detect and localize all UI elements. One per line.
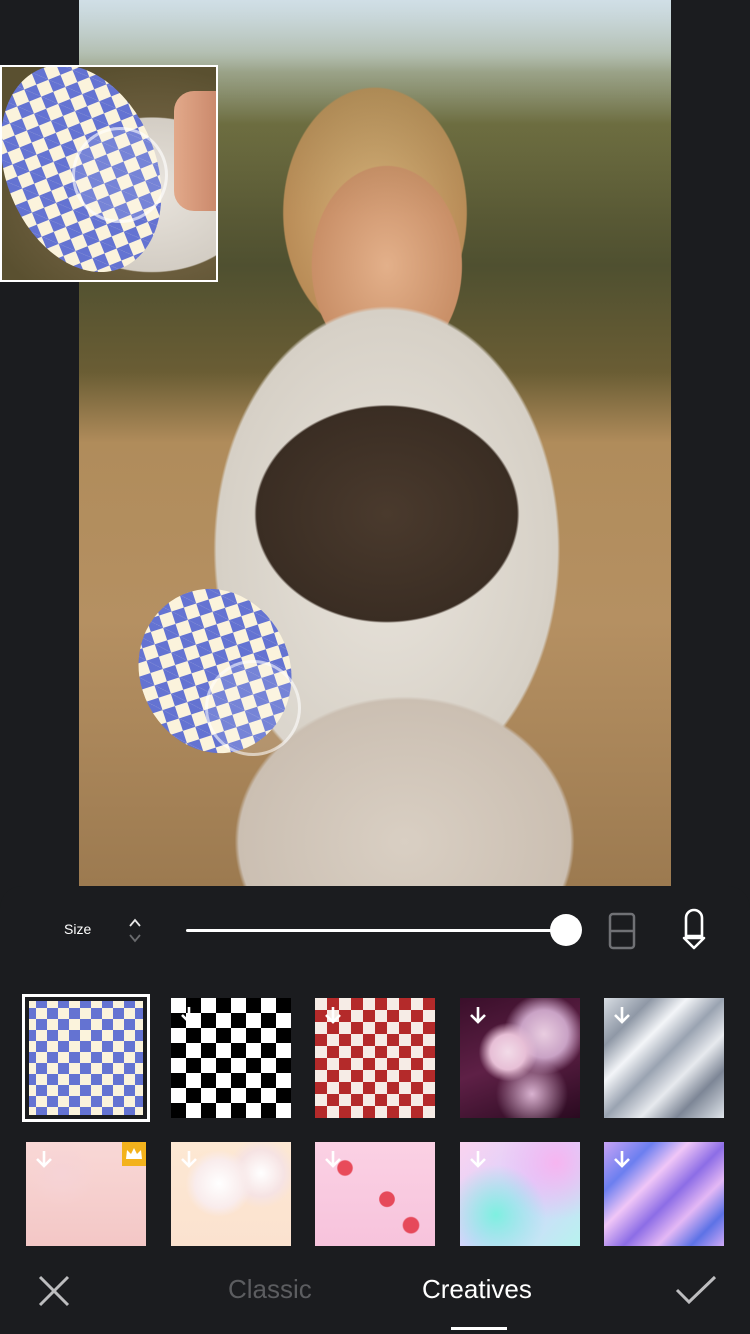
size-slider-thumb[interactable]	[550, 914, 582, 946]
magnified-hand	[174, 91, 216, 211]
download-icon	[470, 1151, 486, 1168]
brush-icon[interactable]	[680, 908, 708, 952]
brush-cursor[interactable]	[205, 660, 301, 756]
app-root: Size Classic Creatives	[0, 0, 750, 1334]
size-label: Size	[64, 921, 92, 937]
pattern-tile-pink-popsicle[interactable]	[26, 1142, 146, 1246]
chevron-up-icon[interactable]	[129, 917, 141, 929]
pattern-tile-silver-holographic[interactable]	[604, 998, 724, 1118]
pattern-tile-pastel-gradient[interactable]	[460, 1142, 580, 1246]
download-icon	[325, 1151, 341, 1168]
tab-creatives[interactable]: Creatives	[422, 1274, 532, 1305]
magnifier-preview	[0, 65, 218, 282]
download-icon	[470, 1007, 486, 1024]
pattern-tile-red-checker[interactable]	[315, 998, 435, 1118]
download-icon	[614, 1151, 630, 1168]
active-tab-indicator	[451, 1327, 507, 1330]
pattern-tile-blue-checker[interactable]	[22, 994, 150, 1122]
download-icon	[325, 1007, 341, 1024]
premium-badge	[122, 1142, 146, 1166]
pattern-tile-purple-holographic[interactable]	[604, 1142, 724, 1246]
check-icon[interactable]	[674, 1274, 718, 1306]
download-icon	[181, 1007, 197, 1024]
pattern-tile-pink-clouds[interactable]	[460, 998, 580, 1118]
eraser-icon[interactable]	[608, 912, 636, 950]
chevron-down-icon[interactable]	[129, 932, 141, 944]
download-icon	[614, 1007, 630, 1024]
download-icon	[36, 1151, 52, 1168]
download-icon	[181, 1151, 197, 1168]
pattern-tile-strawberry[interactable]	[315, 1142, 435, 1246]
magnified-brush-cursor	[72, 127, 168, 223]
crown-icon	[126, 1148, 142, 1159]
pattern-tile-black-white-checker[interactable]	[171, 998, 291, 1118]
pattern-tile-yogurt[interactable]	[171, 1142, 291, 1246]
size-slider-track[interactable]	[186, 929, 566, 932]
tab-classic[interactable]: Classic	[228, 1274, 312, 1305]
close-icon[interactable]	[36, 1273, 72, 1309]
